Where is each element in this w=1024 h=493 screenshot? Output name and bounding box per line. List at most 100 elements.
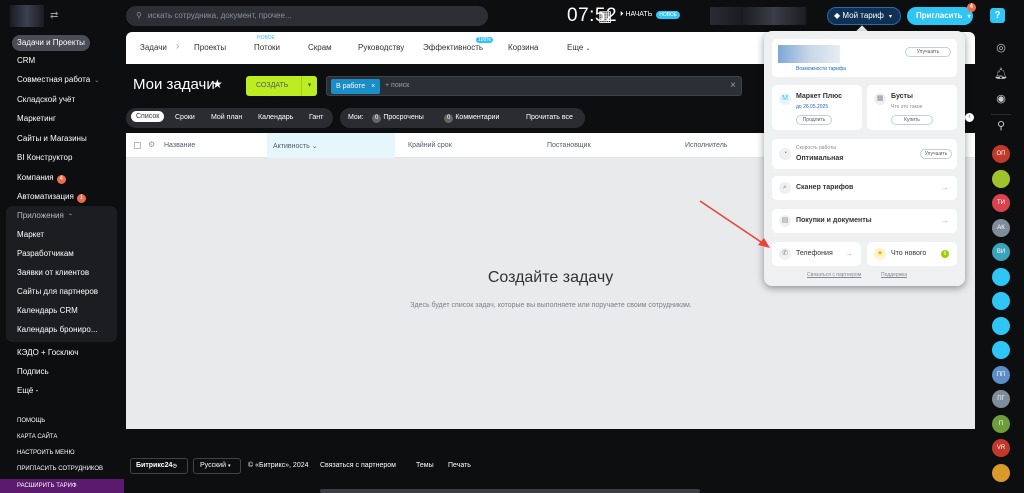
search-icon[interactable]: ⚲ (993, 118, 1009, 134)
invite-button[interactable]: Пригласить ▾ 4 (907, 3, 976, 25)
nav-scrum[interactable]: Скрам (308, 43, 332, 52)
sidebar-item-more[interactable]: Ещё - (12, 383, 43, 399)
sidebar-item-kedo[interactable]: КЭДО + Госключ (12, 345, 83, 361)
calendar-grid-icon[interactable]: ▦ (598, 7, 612, 25)
comments-filter[interactable]: 0 Комментарии (444, 114, 499, 123)
upgrade-tariff-bar[interactable]: РАСШИРИТЬ ТАРИФ (0, 479, 124, 493)
nav-efficiency[interactable]: Эффективность (423, 43, 483, 52)
view-calendar[interactable]: Календарь (258, 114, 293, 121)
sidebar-item-developers[interactable]: Разработчикам (12, 246, 79, 262)
help-button[interactable]: ? (990, 8, 1005, 23)
renew-button[interactable]: Продлить (796, 115, 832, 125)
rail-avatar[interactable]: ПГ (992, 390, 1010, 408)
view-list[interactable]: Список (131, 111, 165, 122)
tariff-features-link[interactable]: Возможности тарифа (796, 66, 846, 72)
improve-speed-button[interactable]: Улучшить (920, 149, 952, 159)
sidebar-item-warehouse[interactable]: Складской учёт (12, 92, 80, 108)
filter-search-box[interactable]: В работе × + поиск × (326, 76, 742, 96)
rail-avatar[interactable]: ВИ (992, 243, 1010, 261)
nav-more[interactable]: Еще ⌄ (567, 43, 591, 52)
sidebar-item-tasks[interactable]: Задачи и Проекты (12, 35, 90, 51)
sidebar-item-crm[interactable]: CRM (12, 53, 40, 69)
footer-logo[interactable]: Битрикс24◷ (130, 458, 188, 474)
view-gantt[interactable]: Гант (309, 114, 323, 121)
whats-new-card[interactable]: ★ Что нового 6 (867, 242, 957, 266)
rail-avatar[interactable] (992, 341, 1010, 359)
start-workday-button[interactable]: ⏵ НАЧАТЬ НОВОЕ (620, 11, 681, 19)
col-assignee[interactable]: Исполнитель (685, 142, 727, 149)
improve-tariff-button[interactable]: Улучшить (905, 47, 951, 57)
rail-avatar[interactable]: П (992, 414, 1010, 433)
rail-avatar[interactable] (992, 292, 1010, 310)
sidebar-item-partner-sites[interactable]: Сайты для партнеров (12, 284, 103, 300)
themes-link[interactable]: Темы (416, 462, 434, 469)
rail-avatar[interactable] (992, 316, 1010, 335)
telephony-card[interactable]: ✆ Телефония → (772, 242, 861, 266)
gear-icon[interactable]: ⚙ (148, 140, 155, 149)
nav-projects[interactable]: Проекты (194, 43, 226, 52)
select-all-checkbox[interactable] (134, 142, 141, 149)
rail-avatar[interactable]: ТИ (992, 194, 1010, 212)
language-select[interactable]: Русский ▾ (193, 458, 241, 474)
print-link[interactable]: Печать (448, 462, 471, 469)
rail-avatar[interactable]: ПП (992, 365, 1010, 384)
chevron-right-icon[interactable]: › (965, 113, 974, 122)
col-name[interactable]: Название (164, 142, 195, 149)
sidebar-item-crm-calendar[interactable]: Календарь CRM (12, 303, 83, 319)
my-tariff-button[interactable]: ◆ Мой тариф ▾ (827, 7, 901, 25)
sidebar-item-booking-calendar[interactable]: Календарь брониро... (12, 322, 103, 338)
view-deadlines[interactable]: Сроки (175, 114, 195, 121)
nav-management[interactable]: Руководству (358, 43, 404, 52)
support-link[interactable]: Поддержка (881, 272, 907, 278)
close-icon[interactable]: × (371, 83, 375, 90)
rail-avatar[interactable]: ОП (992, 145, 1010, 163)
chat-icon[interactable]: ◉ (993, 91, 1009, 107)
read-all-button[interactable]: Прочитать все (526, 114, 573, 121)
sidebar-item-company[interactable]: Компания 4 (12, 170, 71, 186)
sitemap-link[interactable]: КАРТА САЙТА (17, 434, 57, 440)
apps-header[interactable]: Приложения ⌃ (12, 208, 78, 224)
configure-menu-link[interactable]: НАСТРОИТЬ МЕНЮ (17, 450, 75, 456)
rail-avatar[interactable] (992, 169, 1010, 188)
speed-card[interactable]: ◔ Скорость работы Оптимальная Улучшить (772, 139, 957, 169)
boost-link[interactable]: Что это такое (891, 104, 922, 110)
nav-tasks[interactable]: Задачи (140, 43, 167, 52)
bell-icon[interactable]: 🔔︎ (993, 66, 1009, 82)
contact-partner-link[interactable]: Связаться с партнером (807, 272, 861, 278)
sidebar-item-bi[interactable]: BI Конструктор (12, 150, 77, 166)
user-profile[interactable] (710, 7, 806, 25)
scanner-card[interactable]: ⌕ Сканер тарифов → (772, 176, 957, 200)
sidebar-item-signature[interactable]: Подпись (12, 364, 54, 380)
market-plus-card[interactable]: M Маркет Плюс до 26.05.2025 Продлить (772, 85, 862, 130)
view-my-plan[interactable]: Мой план (211, 114, 242, 121)
sidebar-item-client-requests[interactable]: Заявки от клиентов (12, 265, 94, 281)
sidebar-item-automation[interactable]: Автоматизация 1 (12, 189, 91, 205)
sidebar-item-marketing[interactable]: Маркетинг (12, 111, 61, 127)
purchases-card[interactable]: ▤ Покупки и документы → (772, 209, 957, 233)
nav-trash[interactable]: Корзина (508, 43, 538, 52)
sidebar-item-collab[interactable]: Совместная работа ⌄ (12, 72, 104, 88)
star-icon[interactable]: ★ (212, 77, 223, 91)
buy-button[interactable]: Купить (891, 115, 933, 125)
col-creator[interactable]: Постановщик (547, 142, 591, 149)
sidebar-item-sites[interactable]: Сайты и Магазины (12, 131, 92, 147)
sidebar-item-market[interactable]: Маркет (12, 227, 49, 243)
copilot-icon[interactable]: ◎ (993, 40, 1009, 56)
invite-employees-link[interactable]: ПРИГЛАСИТЬ СОТРУДНИКОВ (17, 466, 103, 472)
filter-tag-in-progress[interactable]: В работе × (331, 79, 381, 94)
rail-avatar[interactable] (992, 463, 1010, 482)
clear-icon[interactable]: × (730, 80, 736, 91)
horizontal-scrollbar[interactable] (320, 489, 700, 493)
portal-logo[interactable] (10, 5, 44, 27)
chevron-down-icon[interactable]: ▾ (301, 76, 317, 96)
menu-toggle-icon[interactable]: ⇄ (50, 10, 58, 21)
boosts-card[interactable]: ▦ Бусты Что это такое Купить (867, 85, 957, 130)
col-activity[interactable]: Активность ⌄ (273, 142, 318, 150)
overdue-filter[interactable]: 0 Просрочены (372, 114, 424, 123)
create-task-button[interactable]: СОЗДАТЬ ▾ (246, 76, 317, 96)
col-deadline[interactable]: Крайний срок (408, 142, 452, 149)
rail-avatar[interactable] (992, 267, 1010, 286)
rail-avatar[interactable]: АК (992, 218, 1010, 237)
nav-flows[interactable]: Потоки (254, 43, 280, 52)
contact-partner-link[interactable]: Связаться с партнером (320, 462, 396, 469)
